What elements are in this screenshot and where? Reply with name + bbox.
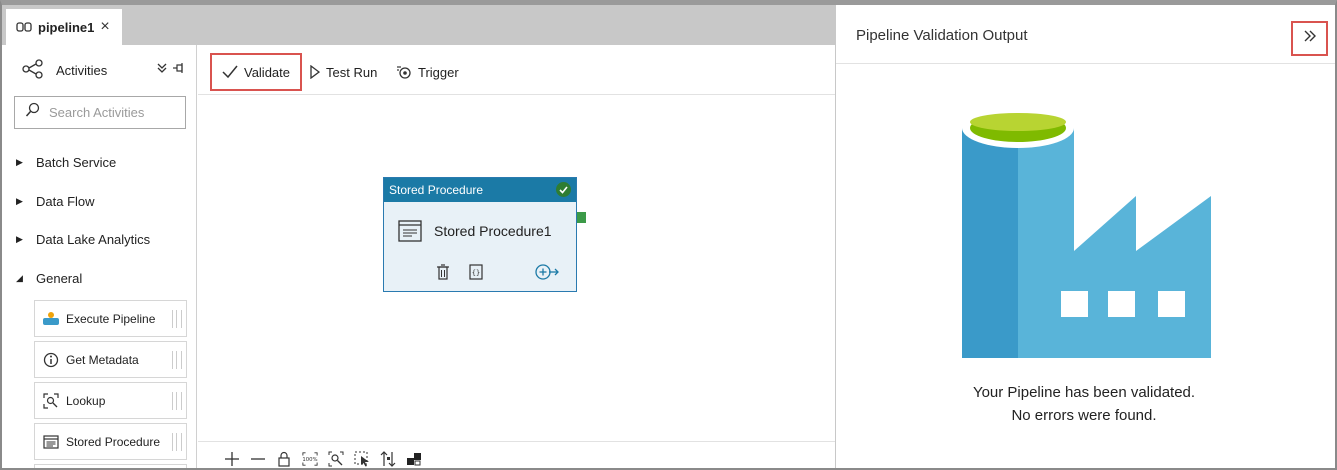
stored-procedure-icon — [42, 433, 60, 451]
expand-icon: ▶ — [16, 195, 23, 206]
trigger-button[interactable]: Trigger — [396, 53, 459, 91]
tab-label: pipeline1 — [38, 19, 95, 35]
validation-panel-header: Pipeline Validation Output — [836, 5, 1335, 64]
search-icon — [25, 102, 41, 123]
activity-label: Lookup — [66, 393, 106, 408]
expand-icon: ▶ — [16, 156, 23, 167]
activity-next[interactable] — [34, 464, 187, 468]
category-label: Data Flow — [36, 193, 95, 209]
activity-label: Get Metadata — [66, 352, 139, 367]
zoom-100-icon[interactable]: 100% — [302, 451, 318, 467]
output-port[interactable] — [577, 212, 586, 223]
collapse-panel-button[interactable] — [1291, 21, 1328, 56]
pipeline-icon — [16, 19, 32, 35]
category-data-flow[interactable]: ▶ Data Flow — [16, 190, 95, 212]
category-label: Batch Service — [36, 154, 117, 170]
code-icon[interactable]: {} — [468, 264, 484, 285]
pipeline-canvas[interactable]: Stored Procedure Stored Procedure1 {} 10… — [198, 96, 835, 468]
stored-procedure-icon — [398, 220, 422, 247]
category-data-lake-analytics[interactable]: ▶ Data Lake Analytics — [16, 228, 150, 250]
activity-node-stored-procedure[interactable]: Stored Procedure Stored Procedure1 {} — [383, 177, 577, 292]
trigger-label: Trigger — [418, 64, 459, 80]
app-window: pipeline1 × Activities Search Activities… — [0, 0, 1337, 470]
test-run-label: Test Run — [326, 64, 378, 80]
drag-handle[interactable] — [172, 392, 182, 410]
activity-execute-pipeline[interactable]: Execute Pipeline — [34, 300, 187, 337]
tab-bar: pipeline1 × — [2, 5, 835, 45]
activities-panel: Activities ▶ Batch Service ▶ Data Flow — [2, 45, 197, 468]
validation-panel: Pipeline Validation Output Your Pipeline… — [835, 5, 1335, 468]
activity-label: Stored Procedure — [66, 434, 161, 449]
activities-title: Activities — [56, 62, 108, 78]
data-factory-illustration — [961, 106, 1213, 364]
test-run-button[interactable]: Test Run — [310, 53, 377, 91]
activities-icon — [22, 58, 44, 82]
node-body: Stored Procedure1 {} — [384, 202, 576, 291]
svg-text:{}: {} — [472, 269, 480, 277]
play-icon — [310, 65, 320, 79]
node-header: Stored Procedure — [384, 178, 576, 202]
category-batch-service[interactable]: ▶ Batch Service — [16, 151, 116, 173]
checkmark-icon — [222, 65, 238, 79]
trigger-icon — [396, 64, 412, 80]
execute-pipeline-icon — [42, 310, 60, 328]
svg-text:100%: 100% — [302, 457, 317, 463]
validate-button[interactable]: Validate — [210, 53, 302, 91]
pipeline-toolbar: Validate Test Run Trigger — [198, 45, 835, 95]
auto-align-icon[interactable] — [380, 450, 396, 467]
search-input[interactable] — [49, 105, 179, 120]
activity-lookup[interactable]: Lookup — [34, 382, 187, 419]
lock-icon[interactable] — [276, 451, 292, 467]
info-icon — [42, 351, 60, 369]
double-chevron-right-icon — [1303, 29, 1317, 48]
category-general[interactable]: ◢ General — [16, 267, 82, 289]
validate-label: Validate — [243, 64, 290, 80]
activity-get-metadata[interactable]: Get Metadata — [34, 341, 187, 378]
tab-pipeline1[interactable]: pipeline1 × — [6, 9, 122, 45]
drag-handle[interactable] — [172, 310, 182, 328]
activities-header: Activities — [22, 58, 192, 82]
node-name: Stored Procedure1 — [434, 223, 552, 239]
category-label: Data Lake Analytics — [36, 231, 151, 247]
drag-handle[interactable] — [172, 433, 182, 451]
collapse-icon: ◢ — [16, 272, 23, 283]
close-icon[interactable]: × — [100, 18, 109, 36]
activity-label: Execute Pipeline — [66, 311, 156, 326]
validation-title: Pipeline Validation Output — [856, 27, 1028, 44]
drag-handle[interactable] — [172, 351, 182, 369]
delete-icon[interactable] — [436, 264, 450, 285]
validation-message-line2: No errors were found. — [1011, 407, 1157, 424]
expand-icon: ▶ — [16, 233, 23, 244]
pin-icon[interactable] — [172, 62, 184, 77]
node-type-label: Stored Procedure — [389, 183, 484, 197]
select-icon[interactable] — [354, 451, 370, 467]
zoom-fit-icon[interactable] — [328, 451, 344, 467]
collapse-all-icon[interactable] — [156, 62, 168, 77]
activity-stored-procedure[interactable]: Stored Procedure — [34, 423, 187, 460]
validated-check-icon — [556, 182, 571, 197]
add-output-icon[interactable] — [534, 262, 560, 287]
plus-icon[interactable] — [224, 451, 240, 467]
canvas-controls: 100% — [198, 441, 835, 468]
validation-message-line1: Your Pipeline has been validated. — [972, 384, 1196, 401]
search-box[interactable] — [14, 96, 186, 129]
category-label: General — [36, 270, 83, 286]
lookup-icon — [42, 392, 60, 410]
minus-icon[interactable] — [250, 451, 266, 467]
layout-icon[interactable] — [406, 451, 422, 467]
